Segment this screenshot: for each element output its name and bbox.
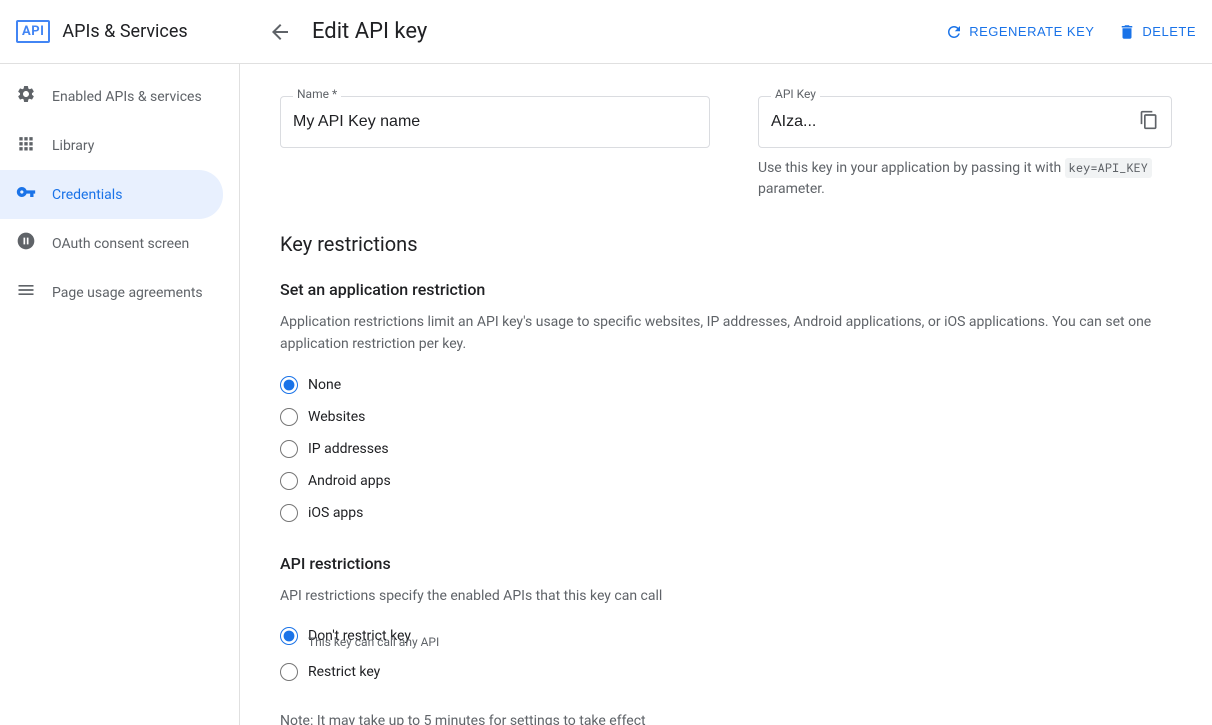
delete-label: DELETE xyxy=(1142,24,1196,39)
radio-ios-apps-input[interactable] xyxy=(280,504,298,522)
radio-ip-addresses[interactable]: IP addresses xyxy=(280,440,1172,458)
sidebar-item-credentials-label: Credentials xyxy=(52,187,122,203)
api-logo: API xyxy=(16,20,50,43)
api-restriction-dont-restrict-group: Don't restrict key This key can call any… xyxy=(280,627,1172,649)
sidebar-item-enabled-apis-label: Enabled APIs & services xyxy=(52,89,202,105)
sidebar-item-oauth-label: OAuth consent screen xyxy=(52,236,189,252)
sidebar-item-credentials[interactable]: Credentials xyxy=(0,170,223,219)
copy-api-key-button[interactable] xyxy=(1127,102,1171,143)
radio-dont-restrict-input[interactable] xyxy=(280,627,298,645)
api-key-input[interactable] xyxy=(759,97,1127,147)
radio-none-label: None xyxy=(308,377,341,393)
regenerate-key-button[interactable]: REGENERATE KEY xyxy=(945,23,1094,41)
top-header: API APIs & Services Edit API key REGENER… xyxy=(0,0,1212,64)
logo-area: API APIs & Services xyxy=(16,20,256,43)
header-actions: REGENERATE KEY DELETE xyxy=(945,23,1196,41)
radio-dont-restrict-sublabel: This key can call any API xyxy=(308,635,1172,649)
main-layout: Enabled APIs & services Library Credenti… xyxy=(0,64,1212,725)
delete-icon xyxy=(1118,23,1136,41)
back-button[interactable] xyxy=(264,16,296,48)
radio-websites-label: Websites xyxy=(308,409,365,425)
regenerate-icon xyxy=(945,23,963,41)
api-restriction-radio-group: Don't restrict key This key can call any… xyxy=(280,627,1172,681)
api-key-hint-text: Use this key in your application by pass… xyxy=(758,158,1172,200)
sidebar-item-enabled-apis[interactable]: Enabled APIs & services xyxy=(0,72,223,121)
radio-none[interactable]: None xyxy=(280,376,1172,394)
radio-ip-addresses-input[interactable] xyxy=(280,440,298,458)
page-title: Edit API key xyxy=(312,19,427,44)
form-top-row: Name * API Key xyxy=(280,96,1172,200)
page-header: Edit API key REGENERATE KEY DELETE xyxy=(256,16,1196,48)
radio-ip-addresses-label: IP addresses xyxy=(308,441,389,457)
radio-restrict-key[interactable]: Restrict key xyxy=(280,663,1172,681)
credentials-icon xyxy=(16,182,36,207)
app-restriction-title: Set an application restriction xyxy=(280,280,1172,299)
name-field-container: Name * xyxy=(280,96,710,200)
key-restrictions-title: Key restrictions xyxy=(280,232,1172,256)
app-name: APIs & Services xyxy=(62,21,187,42)
name-input[interactable] xyxy=(281,97,709,147)
back-icon xyxy=(268,20,292,44)
settings-note: Note: It may take up to 5 minutes for se… xyxy=(280,713,1172,725)
radio-websites-input[interactable] xyxy=(280,408,298,426)
api-key-field-wrapper: API Key xyxy=(758,96,1172,148)
api-key-label: API Key xyxy=(771,87,820,101)
api-key-param: key=API_KEY xyxy=(1065,158,1152,178)
name-field-wrapper: Name * xyxy=(280,96,710,148)
regenerate-label: REGENERATE KEY xyxy=(969,24,1094,39)
api-restriction-desc: API restrictions specify the enabled API… xyxy=(280,585,1172,607)
sidebar-item-page-usage-label: Page usage agreements xyxy=(52,285,203,301)
radio-restrict-key-input[interactable] xyxy=(280,663,298,681)
delete-button[interactable]: DELETE xyxy=(1118,23,1196,41)
radio-websites[interactable]: Websites xyxy=(280,408,1172,426)
oauth-icon xyxy=(16,231,36,256)
radio-android-apps-input[interactable] xyxy=(280,472,298,490)
api-key-field xyxy=(759,97,1171,147)
copy-icon xyxy=(1139,110,1159,130)
sidebar-item-page-usage[interactable]: Page usage agreements xyxy=(0,268,223,317)
app-restriction-desc: Application restrictions limit an API ke… xyxy=(280,311,1172,356)
radio-ios-apps[interactable]: iOS apps xyxy=(280,504,1172,522)
radio-none-input[interactable] xyxy=(280,376,298,394)
name-label: Name * xyxy=(293,87,341,101)
main-content: Name * API Key xyxy=(240,64,1212,725)
api-restriction-title: API restrictions xyxy=(280,554,1172,573)
sidebar-item-library-label: Library xyxy=(52,138,94,154)
sidebar-item-oauth[interactable]: OAuth consent screen xyxy=(0,219,223,268)
radio-android-apps-label: Android apps xyxy=(308,473,391,489)
app-restriction-radio-group: None Websites IP addresses Android apps … xyxy=(280,376,1172,522)
sidebar: Enabled APIs & services Library Credenti… xyxy=(0,64,240,725)
radio-restrict-key-label: Restrict key xyxy=(308,664,380,680)
page-usage-icon xyxy=(16,280,36,305)
radio-android-apps[interactable]: Android apps xyxy=(280,472,1172,490)
library-icon xyxy=(16,133,36,158)
radio-ios-apps-label: iOS apps xyxy=(308,505,363,521)
api-key-container: API Key Use this key in your application… xyxy=(758,96,1172,200)
sidebar-item-library[interactable]: Library xyxy=(0,121,223,170)
gear-icon xyxy=(16,84,36,109)
